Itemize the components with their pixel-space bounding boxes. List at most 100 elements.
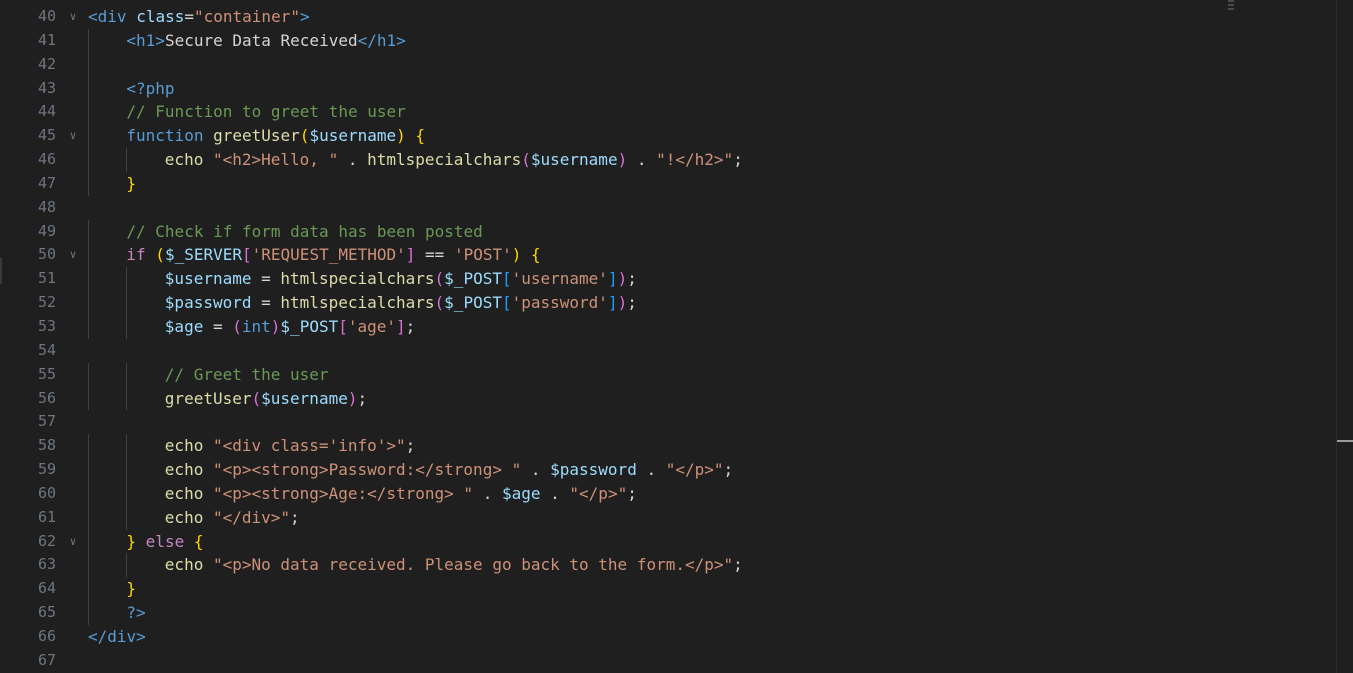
- code-line[interactable]: 49 // Check if form data has been posted: [0, 219, 1337, 244]
- code-text: greetUser($username);: [165, 387, 367, 411]
- line-number: 65: [37, 603, 56, 622]
- code-line[interactable]: 44 // Function to greet the user: [0, 100, 1337, 125]
- code-token: // Greet the user: [164, 364, 329, 384]
- code-token: ;: [627, 269, 637, 289]
- code-token: h1: [376, 30, 397, 50]
- line-number: 57: [37, 412, 56, 431]
- chevron-down-icon[interactable]: ∨: [66, 243, 80, 267]
- code-token: "</p>": [665, 460, 724, 480]
- code-token: <: [126, 30, 137, 50]
- code-text: // Function to greet the user: [126, 100, 405, 124]
- code-token: }: [126, 579, 137, 599]
- chevron-down-icon[interactable]: ∨: [66, 5, 80, 29]
- indent-guide: [88, 267, 89, 292]
- code-text: }: [126, 172, 136, 196]
- code-line[interactable]: 60 echo "<p><strong>Age:</strong> " . $ag…: [0, 481, 1337, 506]
- line-number: 58: [37, 436, 56, 455]
- code-line[interactable]: 61 echo "</div>";: [0, 505, 1337, 530]
- code-token: $username: [261, 388, 348, 408]
- code-text: // Check if form data has been posted: [126, 220, 482, 244]
- code-line[interactable]: 57: [0, 410, 1337, 434]
- code-token: (: [521, 150, 531, 170]
- code-line[interactable]: 51 $username = htmlspecialchars($_POST['u…: [0, 267, 1337, 292]
- line-number: 42: [37, 54, 56, 73]
- code-lines[interactable]: 40 ∨ <div class="container"> 41 <h1>Secure D…: [0, 5, 1337, 673]
- code-line[interactable]: 40 ∨ <div class="container">: [0, 5, 1337, 29]
- code-token: $_SERVER: [164, 245, 242, 265]
- line-number: 46: [37, 150, 56, 169]
- indent-guide: [126, 267, 128, 292]
- line-number: 44: [37, 102, 56, 121]
- chevron-down-icon[interactable]: ∨: [66, 530, 80, 554]
- code-token: >: [136, 626, 146, 646]
- code-token: $username: [164, 269, 252, 289]
- code-token: "<p><strong>Password:</strong> ": [212, 460, 522, 480]
- code-line[interactable]: 42: [0, 52, 1337, 77]
- code-text: </div>: [88, 625, 146, 649]
- code-token: [: [501, 293, 512, 313]
- code-token: htmlspecialchars: [367, 150, 522, 170]
- code-text: echo "<p><strong>Password:</strong> " . …: [165, 458, 733, 482]
- code-token: ;: [290, 507, 300, 527]
- code-token: "</p>": [569, 483, 628, 503]
- code-token: greetUser: [164, 388, 252, 408]
- code-line[interactable]: 63 echo "<p>No data received. Please go b…: [0, 553, 1337, 578]
- code-token: (: [251, 388, 262, 408]
- code-line[interactable]: 56 greetUser($username);: [0, 386, 1337, 411]
- code-line[interactable]: 47}: [0, 171, 1337, 196]
- code-token: .: [540, 483, 570, 503]
- code-line[interactable]: 58 echo "<div class='info'>";: [0, 434, 1337, 459]
- code-token: (: [434, 293, 445, 313]
- code-token: echo: [164, 507, 204, 527]
- indent-guide: [88, 148, 89, 172]
- line-number: 62: [37, 531, 56, 550]
- code-line[interactable]: 66 </div>: [0, 625, 1337, 649]
- code-line[interactable]: 54: [0, 339, 1337, 363]
- code-line[interactable]: 41 <h1>Secure Data Received</h1>: [0, 28, 1337, 53]
- code-token: echo: [164, 460, 204, 480]
- code-token: }: [126, 173, 137, 193]
- vertical-scrollbar[interactable]: [1336, 0, 1353, 673]
- code-token: ;: [627, 483, 637, 503]
- code-token: ;: [405, 436, 416, 456]
- code-token: =: [251, 269, 281, 289]
- indent-guide: [88, 76, 89, 101]
- code-text: ?>: [126, 601, 145, 625]
- code-editor[interactable]: 40 ∨ <div class="container"> 41 <h1>Secure D…: [0, 0, 1353, 673]
- code-token: .: [338, 150, 368, 170]
- code-line[interactable]: 48: [0, 196, 1337, 220]
- code-token: [: [501, 269, 512, 289]
- chevron-down-icon[interactable]: ∨: [66, 124, 80, 148]
- code-line[interactable]: 67: [0, 649, 1337, 673]
- indent-guide: [88, 553, 89, 578]
- code-line[interactable]: 55 // Greet the user: [0, 362, 1337, 387]
- code-line[interactable]: 64}: [0, 577, 1337, 602]
- code-text: echo "<p>No data received. Please go bac…: [165, 553, 743, 577]
- line-number: 56: [37, 388, 56, 407]
- code-text: <?php: [126, 77, 174, 101]
- code-line[interactable]: 65 ?>: [0, 601, 1337, 625]
- code-line[interactable]: 52 $password = htmlspecialchars($_POST['p…: [0, 291, 1337, 315]
- code-line[interactable]: 62 ∨} else {: [0, 529, 1337, 554]
- code-token: >: [396, 30, 406, 50]
- code-line[interactable]: 46 echo "<h2>Hello, " . htmlspecialchars(…: [0, 148, 1337, 172]
- line-number: 47: [37, 173, 56, 192]
- code-token: .: [627, 150, 657, 170]
- line-number: 48: [37, 197, 56, 216]
- line-number: 40: [37, 7, 56, 25]
- code-token: .: [636, 460, 666, 480]
- code-line[interactable]: 45 ∨ function greetUser($username) {: [0, 124, 1337, 149]
- code-line[interactable]: 50 ∨ if ($_SERVER['REQUEST_METHOD'] == 'PO…: [0, 243, 1337, 268]
- code-line[interactable]: 53 $age = (int)$_POST['age'];: [0, 314, 1337, 339]
- line-number: 50: [37, 245, 56, 264]
- code-token: ==: [415, 245, 454, 265]
- code-line[interactable]: 43 <?php: [0, 76, 1337, 101]
- code-line[interactable]: 59 echo "<p><strong>Password:</strong> " …: [0, 458, 1337, 482]
